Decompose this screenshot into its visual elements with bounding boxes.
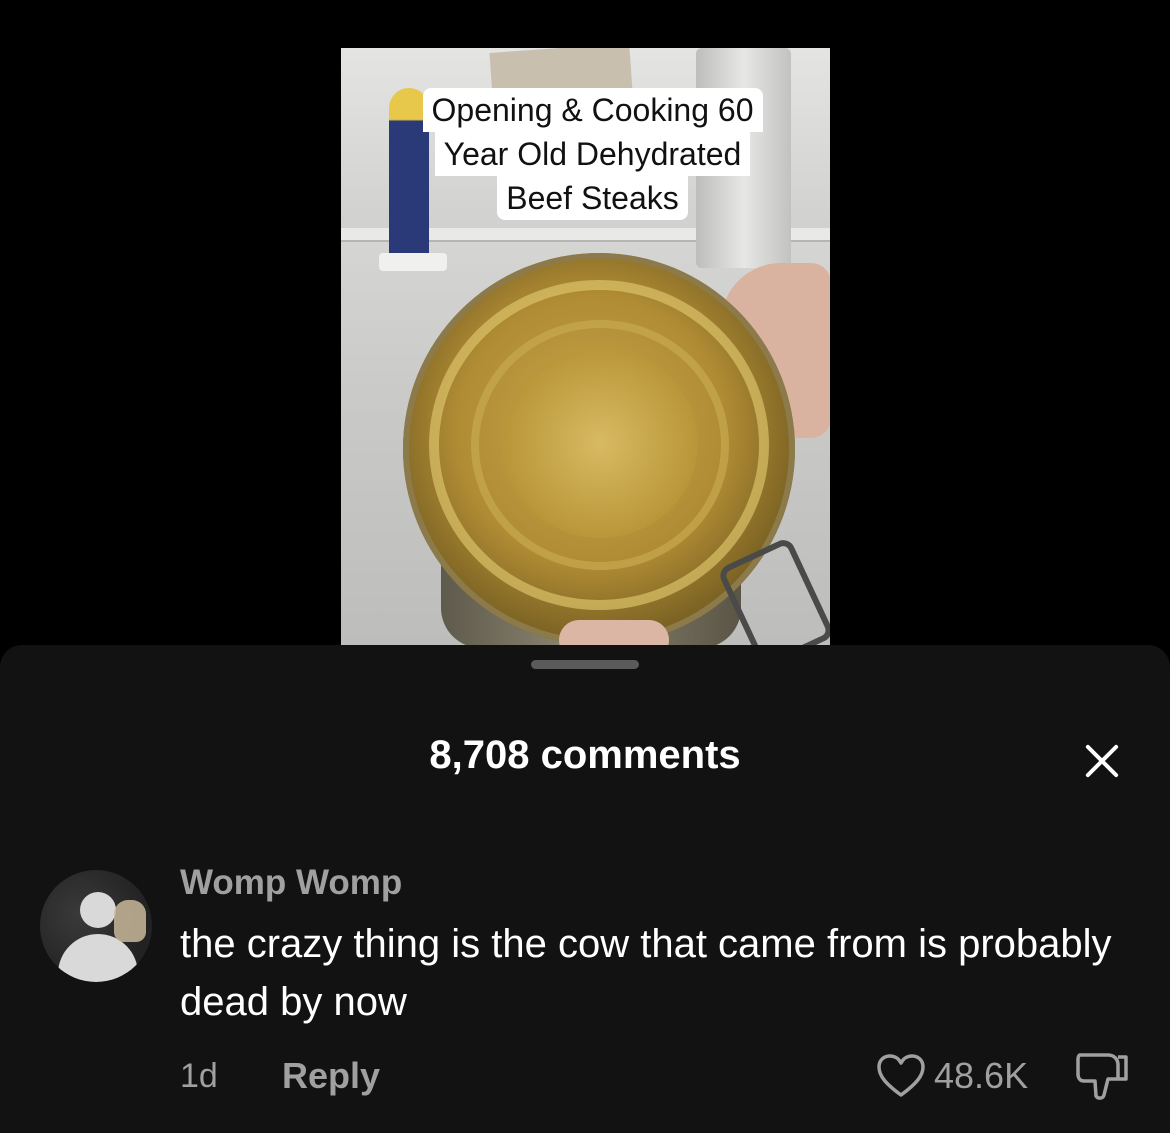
heart-icon [877,1054,925,1097]
caption-line: Beef Steaks [497,176,688,220]
comments-sheet: 8,708 comments Womp Womp the crazy thing… [0,645,1170,1133]
comment-timestamp: 1d [180,1057,218,1095]
comment-username[interactable]: Womp Womp [180,863,402,903]
video-caption: Opening & Cooking 60 Year Old Dehydrated… [390,88,795,220]
avatar[interactable] [40,870,152,982]
dislike-icon[interactable] [1074,1049,1130,1103]
caption-line: Opening & Cooking 60 [422,88,763,132]
comment-text: the crazy thing is the cow that came fro… [180,922,1112,1024]
reply-button[interactable]: Reply [282,1055,380,1097]
drag-handle[interactable] [531,660,639,669]
like-button[interactable]: 48.6K [876,1051,1028,1101]
like-count: 48.6K [934,1055,1029,1096]
comments-count-title: 8,708 comments [429,733,741,777]
close-icon[interactable] [1078,737,1126,785]
caption-line: Year Old Dehydrated [434,132,751,176]
